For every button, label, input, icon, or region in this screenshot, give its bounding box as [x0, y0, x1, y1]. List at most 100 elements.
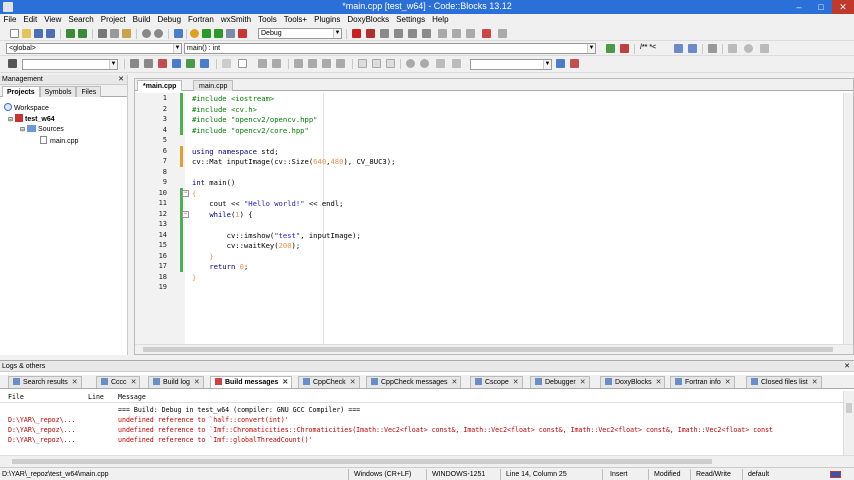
line-number[interactable]: 8	[135, 167, 167, 178]
chevron-down-icon[interactable]: ▼	[109, 60, 117, 69]
strikethrough-icon[interactable]	[436, 59, 445, 68]
code-line[interactable]: return 0;	[192, 262, 248, 273]
doxy-html-icon[interactable]	[688, 44, 697, 53]
search-combo[interactable]: ▼	[22, 59, 118, 70]
tab-debugger[interactable]: Debugger ✕	[530, 376, 590, 388]
undo-icon[interactable]	[66, 29, 75, 38]
close-icon[interactable]: ✕	[131, 379, 137, 386]
run-to-cursor-debug-icon[interactable]	[366, 29, 375, 38]
close-icon[interactable]: ✕	[656, 379, 662, 386]
frame-icon[interactable]	[238, 59, 247, 68]
pause-icon[interactable]	[452, 29, 461, 38]
line-number[interactable]: 9	[135, 177, 167, 188]
run-icon[interactable]	[202, 29, 211, 38]
collapse-icon[interactable]: ⊟	[8, 117, 13, 123]
close-icon[interactable]: ✕	[812, 379, 818, 386]
line-number[interactable]: 7	[135, 156, 167, 167]
align-right-icon[interactable]	[322, 59, 331, 68]
chevron-down-icon[interactable]: ▼	[543, 60, 551, 69]
find-icon[interactable]	[142, 29, 151, 38]
align-justify-icon[interactable]	[336, 59, 345, 68]
pointer-icon[interactable]	[200, 59, 209, 68]
close-icon[interactable]: ✕	[513, 379, 519, 386]
column-line[interactable]: Line	[88, 392, 104, 402]
next-line-icon[interactable]	[380, 29, 389, 38]
fold-toggle-icon[interactable]: −	[182, 210, 189, 218]
run-to-cursor-icon[interactable]	[174, 29, 183, 38]
close-icon[interactable]: ✕	[118, 75, 124, 85]
tree-folder[interactable]: ⊟ Sources	[20, 125, 64, 135]
code-line[interactable]: #include <cv.h>	[192, 105, 257, 116]
tab-symbols[interactable]: Symbols	[39, 86, 77, 97]
menu-project[interactable]: Project	[97, 14, 129, 26]
code-line[interactable]: #include "opencv2/opencv.hpp"	[192, 115, 318, 126]
menu-build[interactable]: Build	[129, 14, 154, 26]
editor-vertical-scrollbar[interactable]	[843, 93, 853, 345]
close-icon[interactable]: ✕	[844, 361, 850, 372]
close-icon[interactable]: ✕	[72, 379, 78, 386]
debug-info-icon[interactable]	[498, 29, 507, 38]
function-combo[interactable]: main() : int ▼	[184, 43, 596, 54]
tree-project[interactable]: ⊟ test_w64	[8, 114, 55, 125]
tree-workspace[interactable]: Workspace	[4, 103, 49, 114]
cut-icon[interactable]	[98, 29, 107, 38]
code-line[interactable]: cv::Mat inputImage(cv::Size(640,480), CV…	[192, 157, 395, 168]
zoom-out-icon[interactable]	[420, 59, 429, 68]
line-number[interactable]: 5	[135, 135, 167, 146]
tab-doxyblocks[interactable]: DoxyBlocks ✕	[600, 376, 666, 388]
line-number[interactable]: 19	[135, 282, 167, 293]
line-number[interactable]: 13	[135, 219, 167, 230]
line-number[interactable]: 17	[135, 261, 167, 272]
close-icon[interactable]: ✕	[725, 379, 731, 386]
message-msg[interactable]: undefined reference to `Imf::Chromaticit…	[118, 425, 773, 435]
step-out-icon[interactable]	[408, 29, 417, 38]
code-line[interactable]: }	[192, 252, 213, 263]
symbol-combo[interactable]: ▼	[470, 59, 552, 70]
box-icon[interactable]	[358, 59, 367, 68]
debug-start-icon[interactable]	[352, 29, 361, 38]
code-line[interactable]: cout << "Hello world!" << endl;	[192, 199, 343, 210]
line-number[interactable]: 10	[135, 188, 167, 199]
line-number[interactable]: 12	[135, 209, 167, 220]
chevron-down-icon[interactable]: ▼	[173, 44, 181, 53]
tab-main-cpp[interactable]: main.cpp	[193, 80, 234, 91]
code-line[interactable]: int main()	[192, 178, 235, 189]
message-msg[interactable]: undefined reference to `half::convert(in…	[118, 415, 289, 425]
tab-files[interactable]: Files	[76, 86, 102, 97]
menu-file[interactable]: File	[0, 14, 20, 26]
line-number[interactable]: 6	[135, 146, 167, 157]
menu-search[interactable]: Search	[65, 14, 97, 26]
tab-build-messages[interactable]: Build messages ✕	[210, 376, 293, 388]
line-number[interactable]: 16	[135, 251, 167, 262]
settings-icon[interactable]	[708, 44, 717, 53]
tab-cppcheck-messages[interactable]: CppCheck messages ✕	[366, 376, 462, 388]
tab-projects[interactable]: Projects	[2, 86, 40, 97]
new-file-icon[interactable]	[10, 29, 19, 38]
code-line[interactable]: }	[192, 273, 196, 284]
build-icon[interactable]	[190, 29, 199, 38]
box3-icon[interactable]	[386, 59, 395, 68]
abort-icon[interactable]	[238, 29, 247, 38]
menu-settings[interactable]: Settings	[393, 14, 429, 26]
tab-closed-files-list[interactable]: Closed files list ✕	[746, 376, 822, 388]
tab-fortran-info[interactable]: Fortran info ✕	[670, 376, 735, 388]
line-number[interactable]: 4	[135, 125, 167, 136]
step-into-icon[interactable]	[394, 29, 403, 38]
back-icon[interactable]	[130, 59, 139, 68]
close-icon[interactable]: ✕	[452, 379, 458, 386]
copyright-icon[interactable]	[452, 59, 461, 68]
highlight-icon[interactable]	[158, 59, 167, 68]
tab-main-cpp-modified[interactable]: *main.cpp	[137, 80, 183, 91]
tab-cppcheck[interactable]: CppCheck ✕	[298, 376, 360, 388]
debug-windows-icon[interactable]	[482, 29, 491, 38]
editor-hscroll-thumb[interactable]	[143, 347, 833, 352]
symbol-jump-icon[interactable]	[570, 59, 579, 68]
message-msg[interactable]: undefined reference to `Imf::globalThrea…	[118, 435, 313, 445]
copy-icon[interactable]	[110, 29, 119, 38]
jump-icon[interactable]	[606, 44, 615, 53]
line-number[interactable]: 2	[135, 104, 167, 115]
menu-tools[interactable]: Tools	[255, 14, 281, 26]
align-center-icon[interactable]	[308, 59, 317, 68]
fold-toggle-icon[interactable]: −	[182, 189, 189, 197]
save-icon[interactable]	[34, 29, 43, 38]
